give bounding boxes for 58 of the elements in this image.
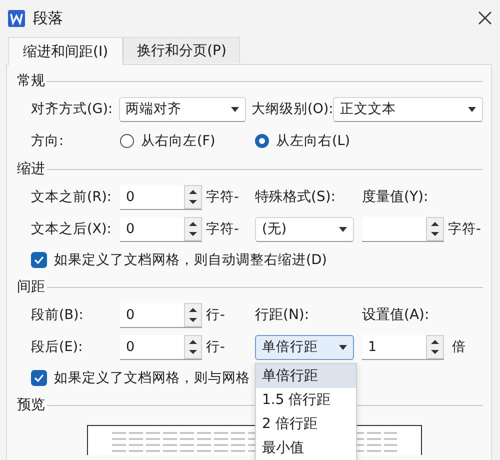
dropdown-option[interactable]: 1.5 倍行距 xyxy=(256,388,356,412)
alignment-dropdown[interactable]: 两端对齐 xyxy=(118,96,246,122)
field-label: 设置值(A): xyxy=(362,306,430,324)
window-title: 段落 xyxy=(33,8,64,28)
unit-label: 字符- xyxy=(206,188,239,206)
dropdown-option[interactable]: 2 倍行距 xyxy=(256,412,356,436)
spinner-icon[interactable] xyxy=(426,216,444,240)
unit-label: 行- xyxy=(206,338,225,356)
app-logo-icon xyxy=(8,10,25,26)
section-title: 常规 xyxy=(17,72,45,90)
close-icon[interactable] xyxy=(478,11,492,25)
spinner-icon[interactable] xyxy=(184,334,202,358)
outline-level-dropdown[interactable]: 正文文本 xyxy=(333,96,483,122)
caret-icon xyxy=(339,344,347,350)
field-label: 大纲级别(O): xyxy=(251,100,334,118)
tab[interactable]: 缩进和间距(I) xyxy=(8,37,124,65)
spinner-icon[interactable] xyxy=(426,334,444,358)
radio-button[interactable] xyxy=(120,134,134,148)
tab[interactable]: 换行和分页(P) xyxy=(123,37,240,63)
field-label: 行距(N): xyxy=(255,306,310,324)
indent-before-field[interactable]: 0 xyxy=(120,184,202,210)
field-label: 特殊格式(S): xyxy=(255,188,337,206)
field-label: 段后(E): xyxy=(31,338,84,356)
measure-field[interactable] xyxy=(362,216,444,242)
field-label: 段前(B): xyxy=(31,306,84,324)
unit-label: 行- xyxy=(206,306,225,324)
section-title: 缩进 xyxy=(17,160,45,178)
caret-icon xyxy=(230,106,239,112)
field-label: 文本之后(X): xyxy=(31,220,112,238)
radio-label: 从右向左(F) xyxy=(141,132,216,150)
radio-button[interactable] xyxy=(255,134,269,148)
field-label: 文本之前(R): xyxy=(31,188,112,206)
indent-after-field[interactable]: 0 xyxy=(120,216,202,242)
special-format-dropdown[interactable]: (无) xyxy=(255,216,354,242)
dropdown-option[interactable]: 最小值 xyxy=(256,436,356,460)
section-title: 预览 xyxy=(17,396,45,414)
checkbox[interactable] xyxy=(31,252,47,268)
unit-label: 字符- xyxy=(448,220,481,238)
spinner-icon[interactable] xyxy=(184,302,202,326)
checkbox[interactable] xyxy=(31,370,47,386)
unit-label: 字符- xyxy=(206,220,239,238)
caret-icon xyxy=(339,226,347,232)
spinner-icon[interactable] xyxy=(184,216,202,240)
spacing-before-field[interactable]: 0 xyxy=(120,302,202,328)
line-spacing-dropdown[interactable]: 单倍行距 xyxy=(255,334,354,360)
checkbox-label: 如果定义了文档网格，则与网格 xyxy=(54,369,250,387)
checkbox-label: 如果定义了文档网格，则自动调整右缩进(D) xyxy=(54,251,327,269)
spacing-after-field[interactable]: 0 xyxy=(120,334,202,360)
dropdown-option[interactable]: 单倍行距 xyxy=(256,364,356,388)
spinner-icon[interactable] xyxy=(184,184,202,208)
field-label: 方向: xyxy=(31,132,65,150)
field-label: 度量值(Y): xyxy=(362,188,428,206)
section-title: 间距 xyxy=(17,278,45,296)
field-label: 对齐方式(G): xyxy=(31,100,114,118)
set-value-field[interactable]: 1 xyxy=(362,334,444,360)
caret-icon xyxy=(468,106,476,112)
radio-label: 从左向右(L) xyxy=(276,132,350,150)
unit-label: 倍 xyxy=(452,338,466,356)
